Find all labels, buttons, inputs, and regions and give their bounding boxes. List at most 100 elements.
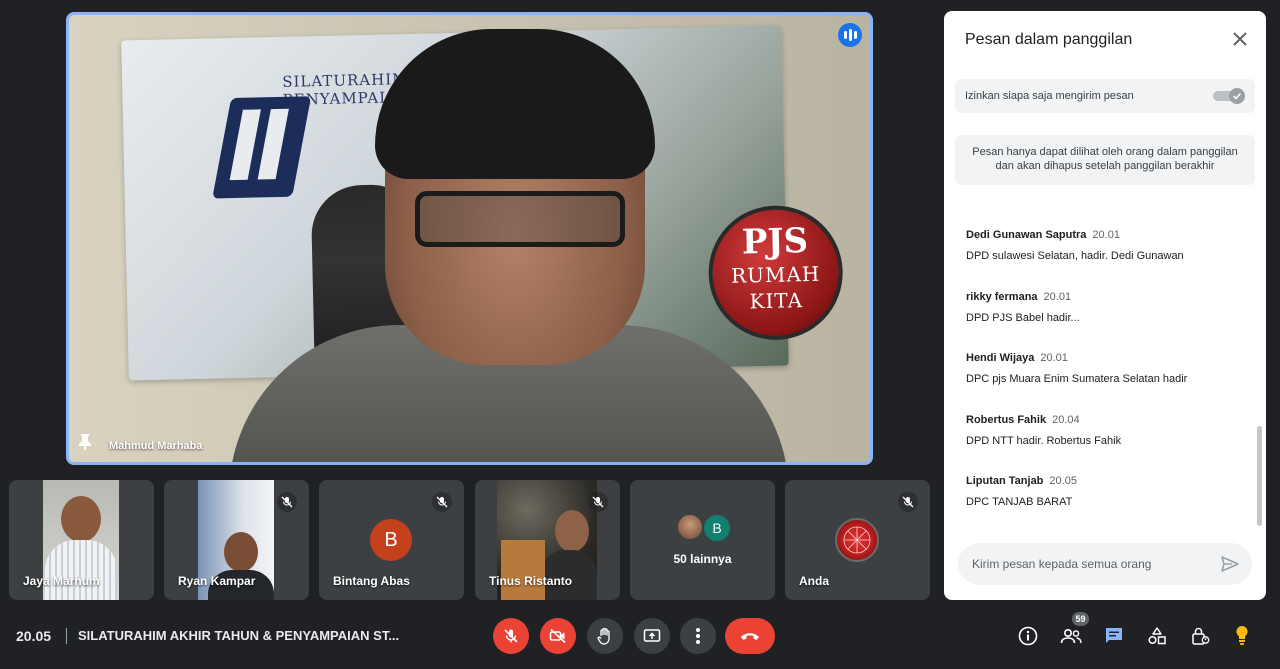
camera-toggle-button[interactable]	[540, 618, 576, 654]
meeting-clock: 20.05	[16, 628, 52, 644]
pjs-badge-text: PJS RUMAH KITA	[708, 220, 844, 315]
hand-icon	[597, 627, 610, 645]
others-avatar-initial: B	[702, 513, 732, 543]
chat-message: Robertus Fahik 20.04 DPD NTT hadir. Rober…	[966, 414, 1121, 447]
participant-avatar: B	[370, 519, 412, 561]
self-avatar	[835, 518, 879, 562]
chat-message: Hendi Wijaya 20.01 DPC pjs Muara Enim Sum…	[966, 352, 1187, 385]
pjs-logo	[212, 96, 312, 199]
self-avatar-pattern	[843, 526, 871, 554]
meeting-details-button[interactable]	[1015, 623, 1041, 649]
background-furniture	[501, 540, 545, 600]
mic-off-icon	[281, 496, 293, 508]
present-icon	[643, 629, 661, 642]
present-screen-button[interactable]	[634, 618, 670, 654]
chat-icon	[1106, 628, 1122, 643]
chat-button[interactable]	[1101, 623, 1127, 649]
close-icon	[1233, 32, 1247, 46]
chat-input-box	[958, 543, 1252, 585]
host-controls-button[interactable]	[1187, 623, 1213, 649]
chat-scrollbar[interactable]	[1257, 426, 1262, 526]
message-permission-row: Izinkan siapa saja mengirim pesan	[955, 79, 1255, 113]
participant-name: Tinus Ristanto	[489, 574, 573, 588]
message-sender: Dedi Gunawan Saputra	[966, 229, 1087, 241]
message-time: 20.01	[1040, 352, 1068, 364]
message-permission-toggle[interactable]	[1213, 88, 1245, 104]
participant-tile-others[interactable]: B 50 lainnya	[630, 480, 775, 600]
main-speaker-name: Mahmud Marhaba	[109, 440, 203, 452]
message-text: DPC pjs Muara Enim Sumatera Selatan hadi…	[966, 373, 1188, 385]
toggle-knob	[1229, 88, 1245, 104]
participant-name: Jaya Marhum	[23, 574, 100, 588]
participant-face	[555, 510, 589, 552]
message-sender: Robertus Fahik	[966, 414, 1047, 426]
chat-message: Dedi Gunawan Saputra 20.01 DPD sulawesi S…	[966, 229, 1184, 262]
message-permission-label: Izinkan siapa saja mengirim pesan	[965, 90, 1134, 102]
participant-strip: Jaya Marhum Ryan Kampar B Bintang Abas T…	[9, 480, 931, 600]
leave-call-button[interactable]	[725, 618, 775, 654]
participant-face	[224, 532, 258, 572]
others-count-label: 50 lainnya	[673, 552, 732, 566]
people-icon	[1060, 628, 1082, 644]
message-time: 20.04	[1052, 414, 1080, 426]
microphone-toggle-button[interactable]	[493, 618, 529, 654]
participant-tile-jaya[interactable]: Jaya Marhum	[9, 480, 154, 600]
mic-off-indicator	[432, 492, 452, 512]
chat-info-line-1: Pesan hanya dapat dilihat oleh orang dal…	[972, 146, 1238, 158]
participant-name: Anda	[799, 574, 829, 588]
message-sender: Liputan Tanjab	[966, 475, 1044, 487]
others-avatar-photo	[676, 513, 704, 541]
close-panel-button[interactable]	[1228, 27, 1252, 51]
pin-icon[interactable]	[79, 434, 91, 450]
message-text: DPD sulawesi Selatan, hadir. Dedi Gunawa…	[966, 250, 1184, 262]
main-speaker-tile[interactable]: SILATURAHIM PENYAMPAIAN PJS RUMAH KITA M…	[66, 12, 873, 465]
show-everyone-button[interactable]	[1058, 623, 1084, 649]
more-options-button[interactable]	[680, 618, 716, 654]
chat-message: rikky fermana 20.01 DPD PJS Babel hadir..…	[966, 291, 1080, 324]
chat-info-line-2: dan akan dihapus setelah panggilan berak…	[995, 160, 1215, 172]
audio-level-icon	[838, 23, 862, 47]
participant-name: Bintang Abas	[333, 574, 410, 588]
participant-name: Ryan Kampar	[178, 574, 256, 588]
chat-panel: Pesan dalam panggilan Izinkan siapa saja…	[944, 11, 1266, 600]
meet-app: SILATURAHIM PENYAMPAIAN PJS RUMAH KITA M…	[0, 0, 1280, 669]
meeting-title: SILATURAHIM AKHIR TAHUN & PENYAMPAIAN ST…	[78, 628, 400, 643]
activities-icon	[1148, 627, 1166, 645]
raise-hand-button[interactable]	[587, 618, 623, 654]
badge-line-1: RUMAH	[730, 261, 821, 288]
main-speaker-video: SILATURAHIM PENYAMPAIAN PJS RUMAH KITA	[69, 15, 870, 462]
camera-off-icon	[549, 628, 566, 644]
mic-off-icon	[436, 496, 448, 508]
activities-button[interactable]	[1144, 623, 1170, 649]
participant-tile-tinus[interactable]: Tinus Ristanto	[475, 480, 620, 600]
message-text: DPD NTT hadir. Robertus Fahik	[966, 435, 1122, 447]
lightbulb-icon	[1236, 625, 1248, 645]
check-icon	[1232, 92, 1242, 100]
chat-message-input[interactable]	[972, 543, 1202, 585]
activities-extra-button[interactable]	[1229, 623, 1255, 649]
send-icon[interactable]	[1220, 554, 1240, 574]
badge-title: PJS	[741, 221, 809, 263]
info-icon	[1018, 626, 1038, 646]
participant-tile-ryan[interactable]: Ryan Kampar	[164, 480, 309, 600]
participant-shirt	[45, 540, 117, 600]
message-time: 20.01	[1043, 291, 1072, 303]
chat-message: Liputan Tanjab 20.05 DPC TANJAB BARAT	[966, 475, 1077, 508]
badge-line-2: KITA	[749, 288, 804, 314]
more-vert-icon	[696, 628, 700, 644]
hangup-icon	[741, 633, 759, 640]
lock-person-icon	[1192, 627, 1210, 645]
chat-info-notice: Pesan hanya dapat dilihat oleh orang dal…	[955, 135, 1255, 185]
mic-off-icon	[592, 496, 604, 508]
speaker-glasses	[415, 191, 625, 247]
message-text: DPC TANJAB BARAT	[966, 496, 1073, 508]
mic-off-icon	[902, 496, 914, 508]
message-sender: Hendi Wijaya	[966, 352, 1035, 364]
participant-tile-self[interactable]: Anda	[785, 480, 930, 600]
message-time: 20.05	[1049, 475, 1077, 487]
chat-message-list[interactable]: Dedi Gunawan Saputra 20.01 DPD sulawesi S…	[944, 191, 1256, 531]
message-text: DPD PJS Babel hadir...	[966, 312, 1080, 324]
participant-tile-bintang[interactable]: B Bintang Abas	[319, 480, 464, 600]
mic-off-indicator	[588, 492, 608, 512]
bottom-control-bar: 20.05 SILATURAHIM AKHIR TAHUN & PENYAMPA…	[0, 608, 1280, 664]
